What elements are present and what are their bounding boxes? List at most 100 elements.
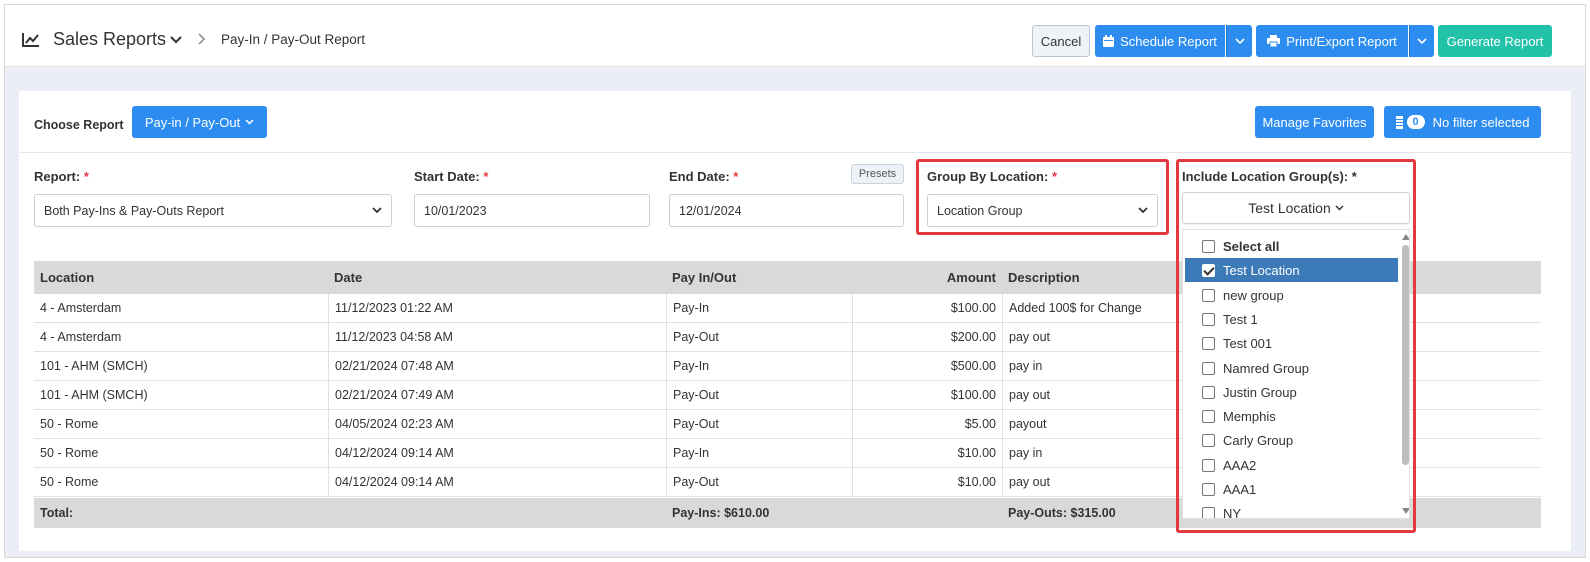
cell-pay-in-out: Pay-Out	[666, 323, 852, 351]
checkbox[interactable]	[1202, 361, 1215, 375]
list-item-label: Memphis	[1223, 408, 1276, 424]
breadcrumb: Pay-In / Pay-Out Report	[221, 32, 366, 47]
cell-amount: $5.00	[852, 410, 1002, 438]
list-item-label: AAA1	[1223, 481, 1257, 497]
checkbox[interactable]	[1202, 409, 1215, 423]
cancel-button[interactable]: Cancel	[1032, 25, 1090, 57]
print-export-dropdown[interactable]	[1409, 25, 1434, 57]
end-date-input[interactable]: 12/01/2024	[669, 194, 904, 227]
filter-button[interactable]: 0 No filter selected	[1384, 106, 1541, 138]
report-label: Report: *	[34, 169, 89, 184]
cell-location: 50 - Rome	[40, 446, 99, 460]
list-item[interactable]: new group	[1185, 283, 1398, 307]
total-label: Total:	[40, 506, 74, 520]
list-item-label: Select all	[1223, 238, 1280, 254]
presets-button[interactable]: Presets	[851, 164, 904, 184]
cell-amount: $10.00	[852, 439, 1002, 467]
checkbox[interactable]	[1202, 458, 1215, 472]
cell-amount: $10.00	[852, 468, 1002, 496]
cell-pay-in-out: Pay-In	[666, 352, 852, 380]
report-select-value: Both Pay-Ins & Pay-Outs Report	[44, 203, 224, 218]
list-item[interactable]: Justin Group	[1185, 380, 1398, 404]
cell-date: 02/21/2024 07:49 AM	[328, 381, 666, 409]
schedule-report-button[interactable]: Schedule Report	[1095, 25, 1225, 57]
cell-location: 4 - Amsterdam	[40, 330, 122, 344]
list-item[interactable]: AAA1	[1185, 477, 1398, 501]
cell-date: 04/12/2024 09:14 AM	[328, 439, 666, 467]
group-by-location-select[interactable]: Location Group	[927, 194, 1158, 227]
scroll-down-icon[interactable]	[1402, 508, 1409, 514]
cell-pay-in-out: Pay-In	[666, 439, 852, 467]
cell-amount: $100.00	[852, 294, 1002, 322]
cell-pay-in-out: Pay-Out	[666, 468, 852, 496]
checkbox[interactable]	[1202, 506, 1215, 518]
cell-location: 101 - AHM (SMCH)	[40, 359, 148, 373]
end-date-label: End Date: *	[669, 169, 739, 184]
column-date[interactable]: Date	[328, 261, 666, 294]
chevron-down-icon[interactable]	[170, 36, 182, 44]
checkbox[interactable]	[1202, 482, 1215, 496]
choose-report-value: Pay-in / Pay-Out	[144, 114, 241, 130]
list-item[interactable]: Test 1	[1185, 307, 1398, 331]
report-panel: Choose Report Pay-in / Pay-Out Manage Fa…	[19, 91, 1571, 551]
cell-pay-in-out: Pay-Out	[666, 381, 852, 409]
cell-amount: $100.00	[852, 381, 1002, 409]
list-item[interactable]: Namred Group	[1185, 356, 1398, 380]
start-date-label: Start Date: *	[414, 169, 489, 184]
generate-report-button[interactable]: Generate Report	[1438, 25, 1552, 57]
cell-pay-in-out: Pay-In	[666, 294, 852, 322]
list-item[interactable]: Test 001	[1185, 331, 1398, 355]
schedule-report-dropdown[interactable]	[1226, 25, 1252, 57]
filter-list-icon	[1395, 115, 1403, 129]
start-date-input[interactable]: 10/01/2023	[414, 194, 650, 227]
include-location-groups-label: Include Location Group(s): *	[1182, 169, 1357, 184]
checkbox[interactable]	[1202, 312, 1215, 326]
manage-favorites-button[interactable]: Manage Favorites	[1255, 106, 1374, 138]
checkbox[interactable]	[1202, 336, 1215, 350]
include-location-groups-select[interactable]: Test Location	[1182, 192, 1410, 224]
cell-date: 11/12/2023 04:58 AM	[328, 323, 666, 351]
printer-icon	[1267, 35, 1281, 47]
page-title: Sales Reports	[53, 29, 167, 49]
print-export-button[interactable]: Print/Export Report	[1256, 25, 1408, 57]
list-item[interactable]: Memphis	[1185, 404, 1398, 428]
column-amount[interactable]: Amount	[852, 261, 1002, 294]
report-select[interactable]: Both Pay-Ins & Pay-Outs Report	[34, 194, 392, 227]
group-by-location-label: Group By Location: *	[927, 169, 1058, 184]
scroll-up-icon[interactable]	[1402, 234, 1409, 240]
line-chart-icon	[22, 33, 39, 47]
location-groups-list: Select all Test Location new group Test …	[1182, 229, 1410, 519]
list-item-select-all[interactable]: Select all	[1185, 234, 1398, 258]
list-item-label: NY	[1223, 505, 1242, 519]
checkbox-checked[interactable]	[1202, 263, 1215, 277]
checkbox[interactable]	[1202, 433, 1215, 447]
list-item[interactable]: Test Location	[1185, 258, 1398, 282]
checkbox[interactable]	[1202, 288, 1215, 302]
include-location-groups-value: Test Location	[1248, 200, 1331, 216]
top-bar: Sales Reports Pay-In / Pay-Out Report Ca…	[5, 5, 1585, 67]
choose-report-button[interactable]: Pay-in / Pay-Out	[132, 106, 267, 138]
cell-date: 11/12/2023 01:22 AM	[328, 294, 666, 322]
list-item[interactable]: NY	[1185, 501, 1398, 519]
chevron-down-icon	[245, 119, 254, 125]
cell-amount: $200.00	[852, 323, 1002, 351]
cell-location: 50 - Rome	[40, 417, 99, 431]
cell-pay-in-out: Pay-Out	[666, 410, 852, 438]
choose-report-label: Choose Report	[34, 118, 124, 132]
checkbox[interactable]	[1202, 239, 1215, 253]
checkbox[interactable]	[1202, 385, 1215, 399]
chevron-down-icon	[1138, 207, 1148, 214]
column-location[interactable]: Location	[34, 261, 328, 294]
list-item[interactable]: AAA2	[1185, 453, 1398, 477]
column-pay-in-out[interactable]: Pay In/Out	[666, 261, 852, 294]
list-item-label: Carly Group	[1223, 432, 1294, 448]
cell-date: 04/12/2024 09:14 AM	[328, 468, 666, 496]
scrollbar-thumb[interactable]	[1402, 245, 1409, 465]
list-item-label: AAA2	[1223, 457, 1257, 473]
list-item-label: Test 001	[1223, 335, 1273, 351]
filter-label: No filter selected	[1432, 114, 1530, 130]
cell-location: 101 - AHM (SMCH)	[40, 388, 148, 402]
list-item[interactable]: Carly Group	[1185, 428, 1398, 452]
list-item-label: Test Location	[1223, 262, 1300, 278]
group-by-location-value: Location Group	[937, 203, 1023, 218]
